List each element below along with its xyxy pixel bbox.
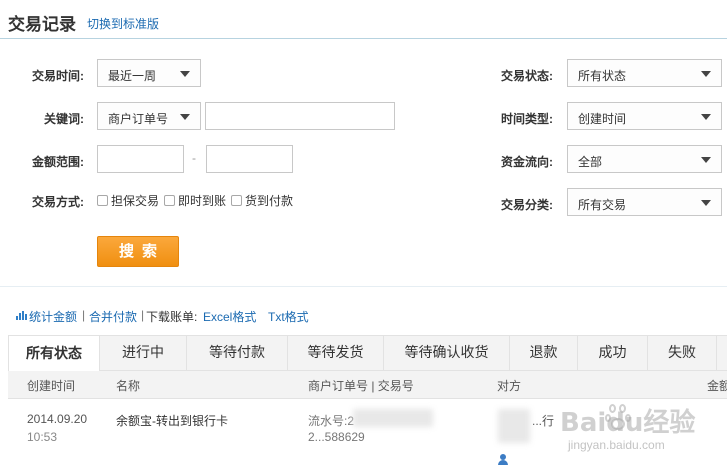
search-button[interactable]: 搜索 bbox=[97, 236, 179, 267]
tab-failed[interactable]: 失败 bbox=[648, 335, 717, 371]
row-date: 2014.09.20 bbox=[27, 412, 88, 426]
tab-awaiting-receipt[interactable]: 等待确认收货 bbox=[384, 335, 510, 371]
download-label: 下载账单: bbox=[146, 310, 198, 324]
tab-all-status[interactable]: 所有状态 bbox=[8, 335, 100, 372]
divider bbox=[0, 286, 727, 287]
person-icon bbox=[497, 454, 509, 466]
checkbox-label: 货到付款 bbox=[245, 194, 294, 208]
flow-label: 资金流向: bbox=[501, 155, 553, 169]
page-title: 交易记录 bbox=[8, 15, 76, 34]
amount-min-input[interactable] bbox=[97, 145, 184, 173]
watermark-subtext: jingyan.baidu.com bbox=[568, 438, 665, 452]
redaction-blur bbox=[498, 409, 530, 443]
toolbar-separator: | bbox=[141, 308, 145, 322]
flow-select[interactable]: 全部 bbox=[567, 145, 722, 173]
timetype-select-value: 创建时间 bbox=[578, 112, 627, 126]
keyword-type-value: 商户订单号 bbox=[108, 112, 169, 126]
checkbox[interactable] bbox=[231, 195, 242, 206]
time-select-value: 最近一周 bbox=[108, 69, 157, 83]
chevron-down-icon bbox=[180, 114, 190, 120]
download-excel-link[interactable]: Excel格式 bbox=[203, 308, 256, 325]
timetype-select[interactable]: 创建时间 bbox=[567, 102, 722, 130]
status-label: 交易状态: bbox=[501, 69, 553, 83]
col-created-time: 创建时间 bbox=[27, 379, 76, 393]
flow-select-value: 全部 bbox=[578, 155, 603, 169]
table-header: 创建时间 名称 商户订单号 | 交易号 对方 金额 bbox=[8, 371, 727, 399]
checkbox-label: 担保交易 bbox=[111, 194, 160, 208]
tab-refund[interactable]: 退款 bbox=[510, 335, 578, 371]
row-counterparty: ...行 bbox=[532, 414, 555, 428]
checkbox[interactable] bbox=[97, 195, 108, 206]
download-txt-link[interactable]: Txt格式 bbox=[268, 308, 309, 325]
keyword-input[interactable] bbox=[205, 102, 395, 130]
toolbar-separator: | bbox=[82, 308, 86, 322]
row-name: 余额宝-转出到银行卡 bbox=[116, 414, 228, 428]
category-select-value: 所有交易 bbox=[578, 198, 627, 212]
method-checkbox-cod[interactable]: 货到付款 bbox=[231, 192, 293, 209]
category-select[interactable]: 所有交易 bbox=[567, 188, 722, 216]
baidu-watermark: Baidu经验 jingyan.baidu.com bbox=[560, 402, 727, 462]
time-select[interactable]: 最近一周 bbox=[97, 59, 201, 87]
paw-icon bbox=[605, 404, 639, 434]
status-tabs: 所有状态 进行中 等待付款 等待发货 等待确认收货 退款 成功 失败 bbox=[8, 335, 727, 372]
tab-in-progress[interactable]: 进行中 bbox=[100, 335, 187, 371]
time-label: 交易时间: bbox=[32, 69, 84, 83]
col-name: 名称 bbox=[116, 379, 141, 393]
bar-chart-icon bbox=[16, 311, 27, 320]
filter-form: 交易时间: 最近一周 交易状态: 所有状态 关键词: 商户订单号 时间类型: 创… bbox=[0, 40, 727, 286]
chevron-down-icon bbox=[701, 200, 711, 206]
chevron-down-icon bbox=[701, 157, 711, 163]
col-amount: 金额 bbox=[707, 379, 727, 393]
row-serial: 流水号:2 bbox=[308, 414, 355, 428]
timetype-label: 时间类型: bbox=[501, 112, 553, 126]
tab-awaiting-shipment[interactable]: 等待发货 bbox=[288, 335, 384, 371]
method-label: 交易方式: bbox=[32, 195, 84, 209]
status-select[interactable]: 所有状态 bbox=[567, 59, 722, 87]
merge-pay-link[interactable]: 合并付款 bbox=[89, 308, 137, 325]
chevron-down-icon bbox=[180, 71, 190, 77]
keyword-label: 关键词: bbox=[44, 112, 84, 126]
result-toolbar: 统计金额 | 合并付款 | 下载账单: Excel格式 Txt格式 bbox=[0, 307, 727, 325]
col-order-trade-no: 商户订单号 | 交易号 bbox=[308, 379, 414, 393]
chevron-down-icon bbox=[701, 71, 711, 77]
amount-max-input[interactable] bbox=[206, 145, 293, 173]
category-label: 交易分类: bbox=[501, 198, 553, 212]
amount-separator: - bbox=[192, 151, 196, 165]
method-checkbox-instant[interactable]: 即时到账 bbox=[164, 192, 226, 209]
stats-amount-link[interactable]: 统计金额 bbox=[29, 308, 77, 325]
row-order-no: 2...588629 bbox=[308, 430, 365, 444]
method-checkbox-guarantee[interactable]: 担保交易 bbox=[97, 192, 159, 209]
tab-success[interactable]: 成功 bbox=[578, 335, 648, 371]
keyword-type-select[interactable]: 商户订单号 bbox=[97, 102, 201, 130]
row-time: 10:53 bbox=[27, 430, 58, 444]
tab-awaiting-payment[interactable]: 等待付款 bbox=[187, 335, 288, 371]
redaction-blur bbox=[353, 409, 433, 427]
col-counterparty: 对方 bbox=[497, 379, 522, 393]
status-select-value: 所有状态 bbox=[578, 69, 627, 83]
page-header: 交易记录 切换到标准版 bbox=[0, 0, 727, 39]
checkbox[interactable] bbox=[164, 195, 175, 206]
chevron-down-icon bbox=[701, 114, 711, 120]
amount-label: 金额范围: bbox=[32, 155, 84, 169]
checkbox-label: 即时到账 bbox=[178, 194, 227, 208]
switch-to-standard-link[interactable]: 切换到标准版 bbox=[87, 15, 159, 32]
